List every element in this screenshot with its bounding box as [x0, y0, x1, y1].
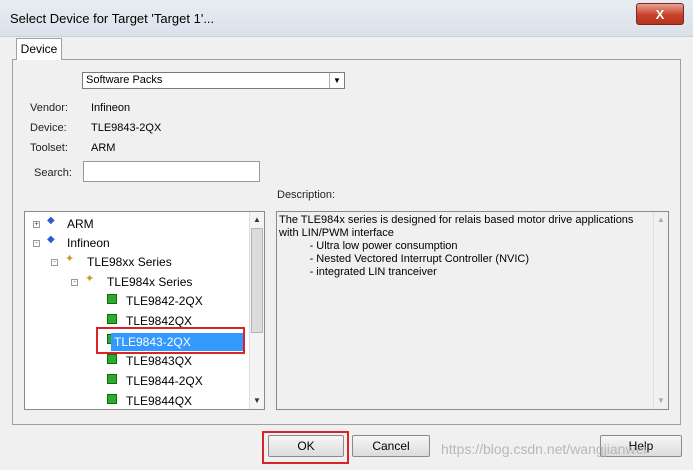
tree-item-label: TLE984x Series — [107, 275, 193, 289]
vendor-label: Vendor: — [30, 102, 68, 114]
tree-item-label: TLE9843QX — [126, 354, 193, 368]
title-bar: Select Device for Target 'Target 1'... X — [0, 0, 693, 37]
source-select[interactable]: Software Packs ▼ — [82, 72, 345, 89]
window-title: Select Device for Target 'Target 1'... — [10, 11, 215, 26]
scroll-up-icon[interactable]: ▲ — [654, 213, 668, 227]
cancel-button[interactable]: Cancel — [352, 435, 430, 457]
chip-icon — [107, 294, 117, 304]
tree-item-tle9844qx[interactable]: TLE9844QX — [25, 392, 250, 409]
tree-item-tle984x-series[interactable]: - ✦ TLE984x Series — [25, 273, 250, 291]
scroll-thumb[interactable] — [251, 228, 263, 333]
series-icon: ✦ — [65, 253, 75, 265]
series-icon: ✦ — [85, 273, 95, 285]
close-button[interactable]: X — [636, 3, 684, 25]
chip-icon — [107, 314, 117, 324]
toolset-label: Toolset: — [30, 142, 68, 154]
scroll-down-icon[interactable]: ▼ — [250, 394, 264, 408]
tree-item-infineon[interactable]: - ◆ Infineon — [25, 234, 250, 252]
tree-item-tle9842-2qx[interactable]: TLE9842-2QX — [25, 292, 250, 310]
chip-icon — [107, 394, 117, 404]
tree-item-arm[interactable]: + ◆ ARM — [25, 215, 250, 233]
vendor-value: Infineon — [91, 102, 131, 114]
scroll-up-icon[interactable]: ▲ — [250, 213, 264, 227]
tree-item-label: TLE9842-2QX — [126, 294, 203, 308]
ok-highlight-box — [262, 431, 349, 464]
chevron-down-icon[interactable]: ▼ — [329, 73, 344, 88]
tree-item-label: TLE9844QX — [126, 394, 193, 408]
scroll-down-icon[interactable]: ▼ — [654, 394, 668, 408]
expand-plus-icon[interactable]: + — [33, 221, 40, 228]
description-label: Description: — [277, 189, 336, 201]
tree-item-label: TLE98xx Series — [87, 255, 172, 269]
description-scrollbar[interactable]: ▲ ▼ — [653, 212, 668, 409]
search-input[interactable] — [83, 161, 260, 182]
expand-minus-icon[interactable]: - — [51, 259, 58, 266]
device-tree[interactable]: + ◆ ARM - ◆ Infineon - ✦ TLE98xx Series … — [24, 211, 265, 410]
search-label: Search: — [34, 167, 72, 179]
tree-item-label: ARM — [67, 217, 94, 231]
tree-item-tle9843qx[interactable]: TLE9843QX — [25, 352, 250, 370]
device-value: TLE9843-2QX — [91, 122, 162, 134]
selected-device-highlight-box — [96, 327, 245, 354]
expand-minus-icon[interactable]: - — [71, 279, 78, 286]
device-label: Device: — [30, 122, 67, 134]
tree-item-tle98xx-series[interactable]: - ✦ TLE98xx Series — [25, 253, 250, 271]
toolset-value: ARM — [91, 142, 116, 154]
tree-scrollbar[interactable]: ▲ ▼ — [249, 212, 264, 409]
vendor-gem-icon: ◆ — [47, 234, 55, 245]
watermark-text: https://blog.csdn.net/wangjianwei — [441, 441, 647, 457]
expand-minus-icon[interactable]: - — [33, 240, 40, 247]
chip-icon — [107, 374, 117, 384]
chip-icon — [107, 354, 117, 364]
tree-item-label: TLE9844-2QX — [126, 374, 203, 388]
description-text: The TLE984x series is designed for relai… — [279, 214, 634, 278]
tab-device[interactable]: Device — [16, 38, 62, 60]
tree-item-tle9844-2qx[interactable]: TLE9844-2QX — [25, 372, 250, 390]
description-box: The TLE984x series is designed for relai… — [276, 211, 669, 410]
vendor-gem-icon: ◆ — [47, 215, 55, 226]
source-select-value: Software Packs — [86, 74, 163, 86]
